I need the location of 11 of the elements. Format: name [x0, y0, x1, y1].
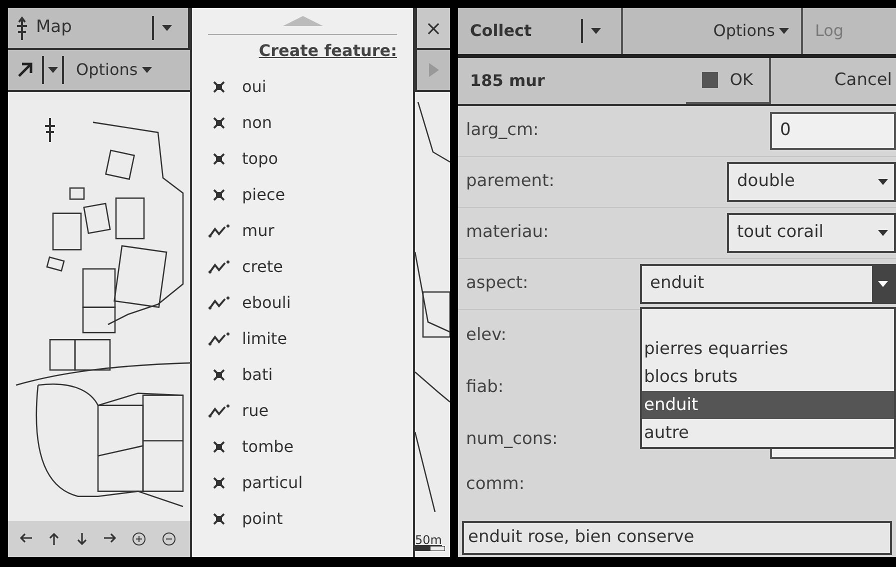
- field-label: num_cons:: [466, 428, 558, 452]
- field-label: elev:: [466, 324, 506, 348]
- field-label: aspect:: [466, 272, 528, 296]
- feature-title: 185 mur: [469, 70, 545, 92]
- field-label: parement:: [466, 170, 554, 194]
- field-label: larg_cm:: [466, 119, 539, 142]
- field-label: comm:: [465, 473, 526, 496]
- scale-label: 50m: [415, 534, 443, 546]
- field-label: fiab:: [466, 376, 504, 400]
- field-label: materiau:: [466, 221, 549, 244]
- menu-title: Create feature:: [258, 40, 397, 62]
